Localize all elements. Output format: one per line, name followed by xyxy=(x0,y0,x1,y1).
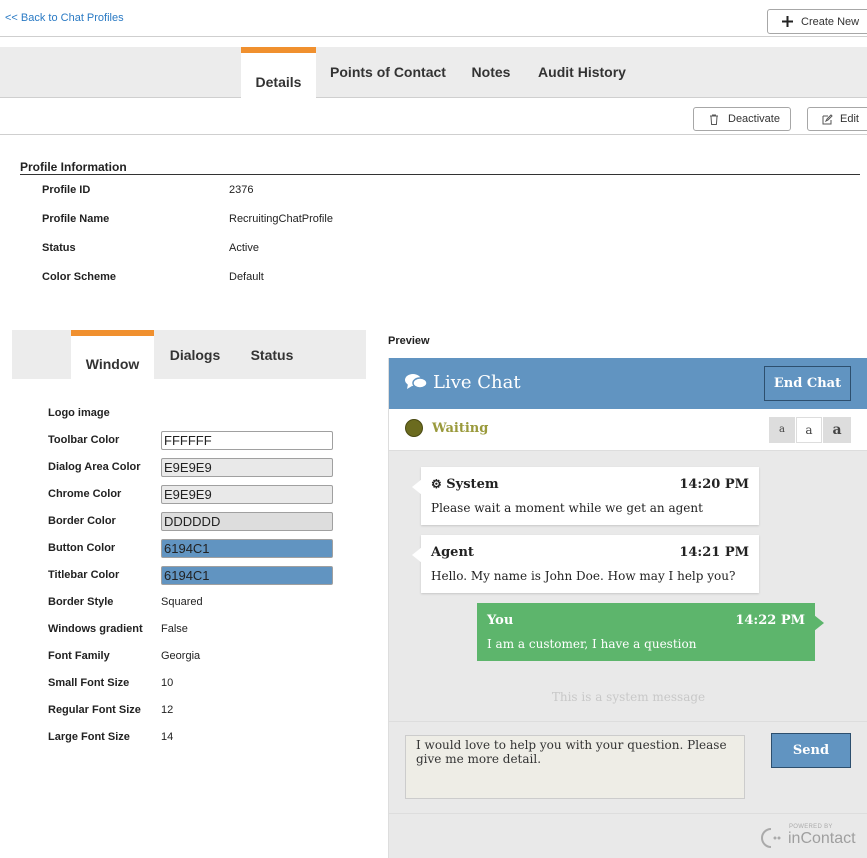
button-color-input[interactable]: 6194C1 xyxy=(161,539,333,558)
status-label: Status xyxy=(42,242,76,254)
message-time: 14:20 PM xyxy=(679,477,749,492)
section-underline xyxy=(20,174,860,175)
regular-font-size-label: Regular Font Size xyxy=(48,704,141,716)
chat-toolbar: Waiting a a a xyxy=(389,409,867,451)
chat-title: Live Chat xyxy=(433,372,521,393)
windows-gradient-label: Windows gradient xyxy=(48,623,143,635)
tab-details[interactable]: Details xyxy=(241,47,316,98)
message-text: I am a customer, I have a question xyxy=(487,637,697,651)
regular-font-size-value: 12 xyxy=(161,704,174,716)
tab-points-of-contact[interactable]: Points of Contact xyxy=(326,64,450,80)
profile-id-value: 2376 xyxy=(229,184,254,196)
profile-name-label: Profile Name xyxy=(42,213,110,225)
toolbar-color-input[interactable]: FFFFFF xyxy=(161,431,333,450)
color-scheme-label: Color Scheme xyxy=(42,271,116,283)
tab-dialogs[interactable]: Dialogs xyxy=(164,347,226,363)
dialog-area-color-label: Dialog Area Color xyxy=(48,461,141,473)
tab-notes[interactable]: Notes xyxy=(466,64,516,80)
large-font-size-label: Large Font Size xyxy=(48,731,130,743)
message-time: 14:21 PM xyxy=(679,545,749,560)
trash-icon xyxy=(710,114,718,125)
font-family-label: Font Family xyxy=(48,650,110,662)
message-sender: You xyxy=(487,613,514,628)
chat-status-text: Waiting xyxy=(432,421,489,436)
create-new-label: Create New xyxy=(801,15,860,28)
font-regular-button[interactable]: a xyxy=(796,417,822,443)
toolbar-color-label: Toolbar Color xyxy=(48,434,120,446)
status-value: Active xyxy=(229,242,259,254)
message-sender: ⚙ System xyxy=(431,477,499,492)
chrome-color-input[interactable]: E9E9E9 xyxy=(161,485,333,504)
message-text: Hello. My name is John Doe. How may I he… xyxy=(431,569,736,583)
border-color-input[interactable]: DDDDDD xyxy=(161,512,333,531)
bubble-pointer xyxy=(412,479,422,495)
plus-icon xyxy=(782,16,793,27)
titlebar-color-input[interactable]: 6194C1 xyxy=(161,566,333,585)
message-time: 14:22 PM xyxy=(735,613,805,628)
deactivate-button[interactable]: Deactivate xyxy=(693,107,791,131)
sender-name: System xyxy=(446,477,499,492)
message-text: Please wait a moment while we get an age… xyxy=(431,501,703,515)
border-style-label: Border Style xyxy=(48,596,114,608)
message-you: You 14:22 PM I am a customer, I have a q… xyxy=(477,603,824,661)
small-font-size-label: Small Font Size xyxy=(48,677,130,689)
divider xyxy=(0,134,867,135)
border-style-value: Squared xyxy=(161,596,203,608)
back-to-chat-profiles-link[interactable]: << Back to Chat Profiles xyxy=(5,12,124,24)
bubble-pointer xyxy=(814,615,824,631)
tab-status[interactable]: Status xyxy=(244,347,300,363)
chat-bubbles-icon xyxy=(405,374,427,389)
border-color-label: Border Color xyxy=(48,515,116,527)
divider xyxy=(389,813,867,814)
edit-icon xyxy=(822,113,833,124)
create-new-button[interactable]: Create New xyxy=(767,9,867,34)
tab-audit-history[interactable]: Audit History xyxy=(536,64,628,80)
small-font-size-value: 10 xyxy=(161,677,174,689)
profile-information-heading: Profile Information xyxy=(20,160,127,174)
font-large-button[interactable]: a xyxy=(823,417,851,443)
incontact-logo-icon xyxy=(761,828,781,848)
preview-label: Preview xyxy=(388,335,430,347)
edit-label: Edit xyxy=(840,113,859,125)
color-scheme-value: Default xyxy=(229,271,264,283)
dialog-area-color-input[interactable]: E9E9E9 xyxy=(161,458,333,477)
divider xyxy=(0,36,867,37)
end-chat-button[interactable]: End Chat xyxy=(764,366,851,401)
brand-name: inContact xyxy=(788,830,856,847)
tab-window[interactable]: Window xyxy=(71,330,154,380)
send-button[interactable]: Send xyxy=(771,733,851,768)
edit-button[interactable]: Edit xyxy=(807,107,867,131)
chat-preview-window: Live Chat End Chat Waiting a a a ⚙ Syste… xyxy=(388,358,867,858)
large-font-size-value: 14 xyxy=(161,731,174,743)
message-system: ⚙ System 14:20 PM Please wait a moment w… xyxy=(412,467,759,525)
divider xyxy=(0,97,867,98)
chat-message-input[interactable]: I would love to help you with your quest… xyxy=(405,735,745,799)
font-small-button[interactable]: a xyxy=(769,417,795,443)
chrome-color-label: Chrome Color xyxy=(48,488,122,500)
profile-id-label: Profile ID xyxy=(42,184,91,196)
message-agent: Agent 14:21 PM Hello. My name is John Do… xyxy=(412,535,759,593)
chat-input-area: I would love to help you with your quest… xyxy=(389,721,867,814)
font-family-value: Georgia xyxy=(161,650,201,662)
logo-image-label: Logo image xyxy=(48,407,110,419)
system-message: This is a system message xyxy=(551,690,706,704)
gear-icon: ⚙ xyxy=(431,477,442,491)
bubble-pointer xyxy=(412,547,422,563)
deactivate-label: Deactivate xyxy=(728,113,780,125)
windows-gradient-value: False xyxy=(161,623,188,635)
titlebar-color-label: Titlebar Color xyxy=(48,569,120,581)
button-color-label: Button Color xyxy=(48,542,116,554)
chat-titlebar: Live Chat End Chat xyxy=(389,358,867,409)
profile-name-value: RecruitingChatProfile xyxy=(229,213,333,225)
status-dot xyxy=(405,419,423,437)
message-sender: Agent xyxy=(431,545,474,560)
